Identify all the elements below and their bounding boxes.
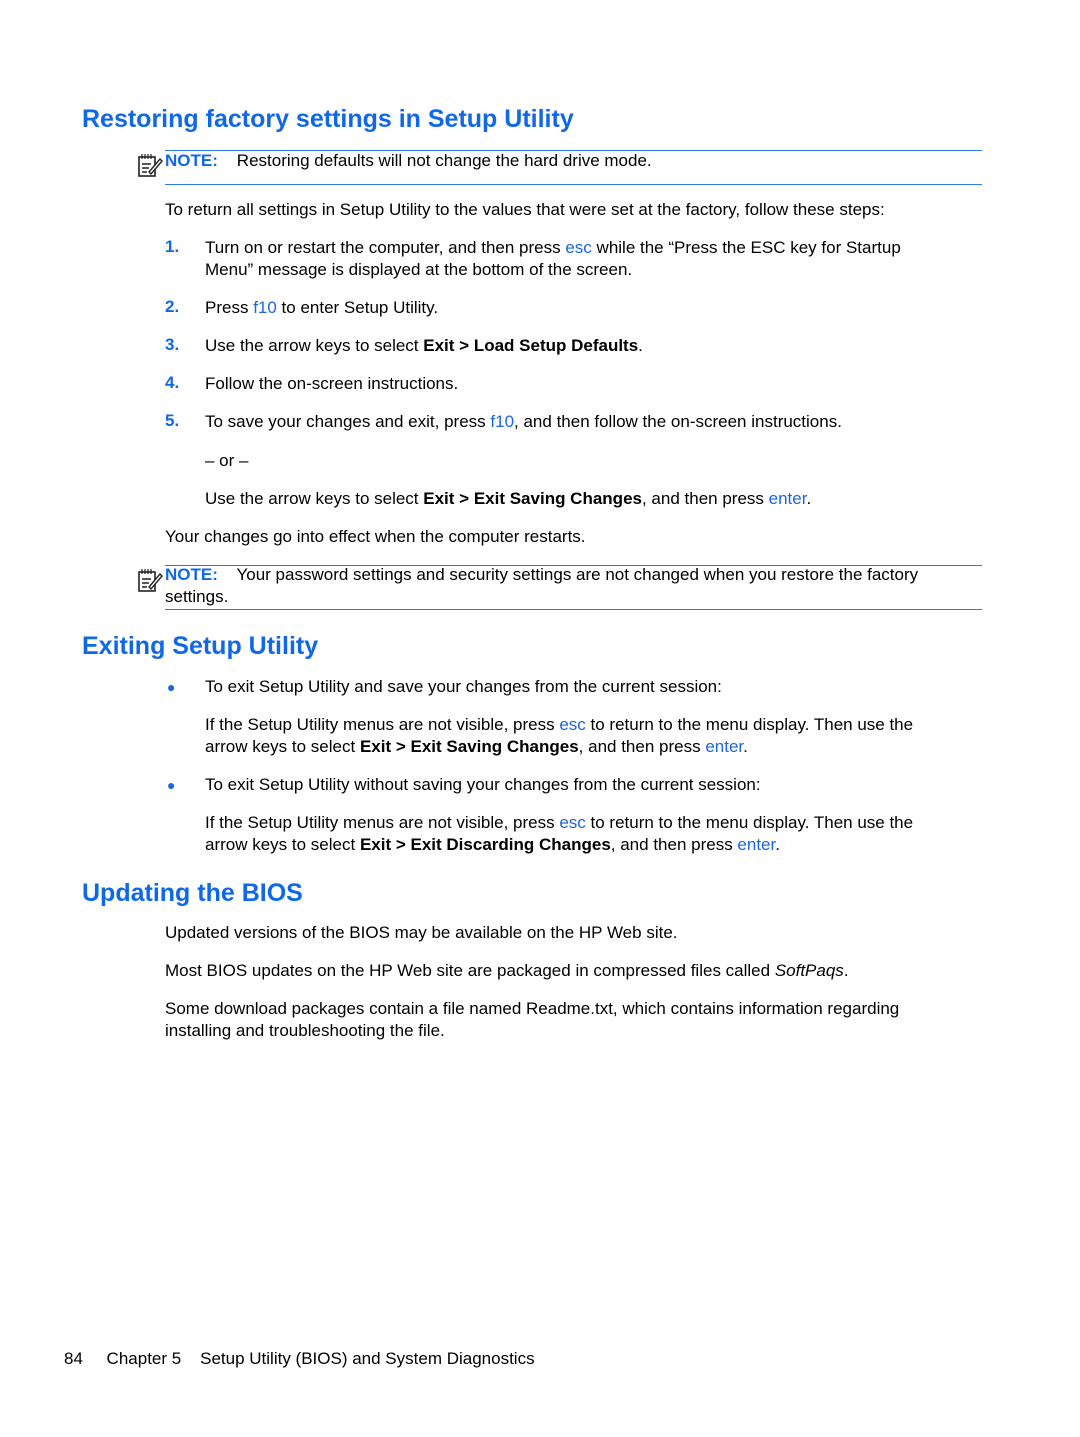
chapter-label: Chapter 5 — [106, 1349, 182, 1368]
outro-paragraph: Your changes go into effect when the com… — [165, 527, 586, 546]
note-label: NOTE: — [165, 151, 218, 170]
page-footer: 84 Chapter 5 Setup Utility (BIOS) and Sy… — [64, 1349, 535, 1369]
page-number: 84 — [64, 1349, 83, 1368]
step-5-text: To save your changes and exit, press f10… — [205, 412, 842, 431]
note-1: NOTE: Restoring defaults will not change… — [165, 150, 652, 172]
bullet-item-detail: If the Setup Utility menus are not visib… — [205, 813, 914, 854]
section-title-exiting: Exiting Setup Utility — [82, 632, 319, 660]
note-2: NOTE: Your password settings and securit… — [165, 565, 919, 606]
step-number: 1. — [165, 237, 180, 256]
note-bottom-rule — [165, 184, 982, 185]
paragraph: Most BIOS updates on the HP Web site are… — [165, 961, 849, 980]
section-title-restoring: Restoring factory settings in Setup Util… — [82, 105, 574, 133]
key-enter: enter — [737, 835, 776, 854]
bullet-item-text: To exit Setup Utility and save your chan… — [205, 677, 722, 696]
key-enter: enter — [705, 737, 744, 756]
key-f10: f10 — [490, 412, 515, 431]
alt-step-text: Use the arrow keys to select Exit > Exit… — [205, 489, 812, 508]
note-text: Restoring defaults will not change the h… — [236, 151, 652, 170]
step-3-text: Use the arrow keys to select Exit > Load… — [205, 336, 643, 355]
note-icon — [138, 569, 163, 592]
paragraph: Some download packages contain a file na… — [165, 999, 900, 1040]
note-bottom-rule — [165, 609, 982, 610]
intro-paragraph: To return all settings in Setup Utility … — [165, 200, 885, 219]
bullet-item-text: To exit Setup Utility without saving you… — [205, 775, 761, 794]
key-esc: esc — [559, 715, 586, 734]
note-label: NOTE: — [165, 565, 218, 584]
bullet-icon: ● — [167, 679, 176, 695]
step-number: 4. — [165, 373, 180, 392]
bullet-icon: ● — [167, 777, 176, 793]
bullet-item-detail: If the Setup Utility menus are not visib… — [205, 715, 914, 756]
note-icon — [138, 154, 163, 177]
section-title-updating: Updating the BIOS — [82, 879, 303, 907]
step-2-text: Press f10 to enter Setup Utility. — [205, 298, 439, 317]
step-number: 5. — [165, 411, 180, 430]
key-f10: f10 — [253, 298, 277, 317]
step-number: 3. — [165, 335, 180, 354]
step-4-text: Follow the on-screen instructions. — [205, 374, 459, 393]
step-1-text: Turn on or restart the computer, and the… — [205, 238, 901, 279]
key-esc: esc — [565, 238, 592, 257]
paragraph: Updated versions of the BIOS may be avai… — [165, 923, 678, 942]
or-separator: – or – — [205, 451, 249, 470]
note-text: Your password settings and security sett… — [236, 565, 919, 584]
chapter-title: Setup Utility (BIOS) and System Diagnost… — [200, 1349, 535, 1368]
step-number: 2. — [165, 297, 180, 316]
key-esc: esc — [559, 813, 586, 832]
key-enter: enter — [768, 489, 807, 508]
